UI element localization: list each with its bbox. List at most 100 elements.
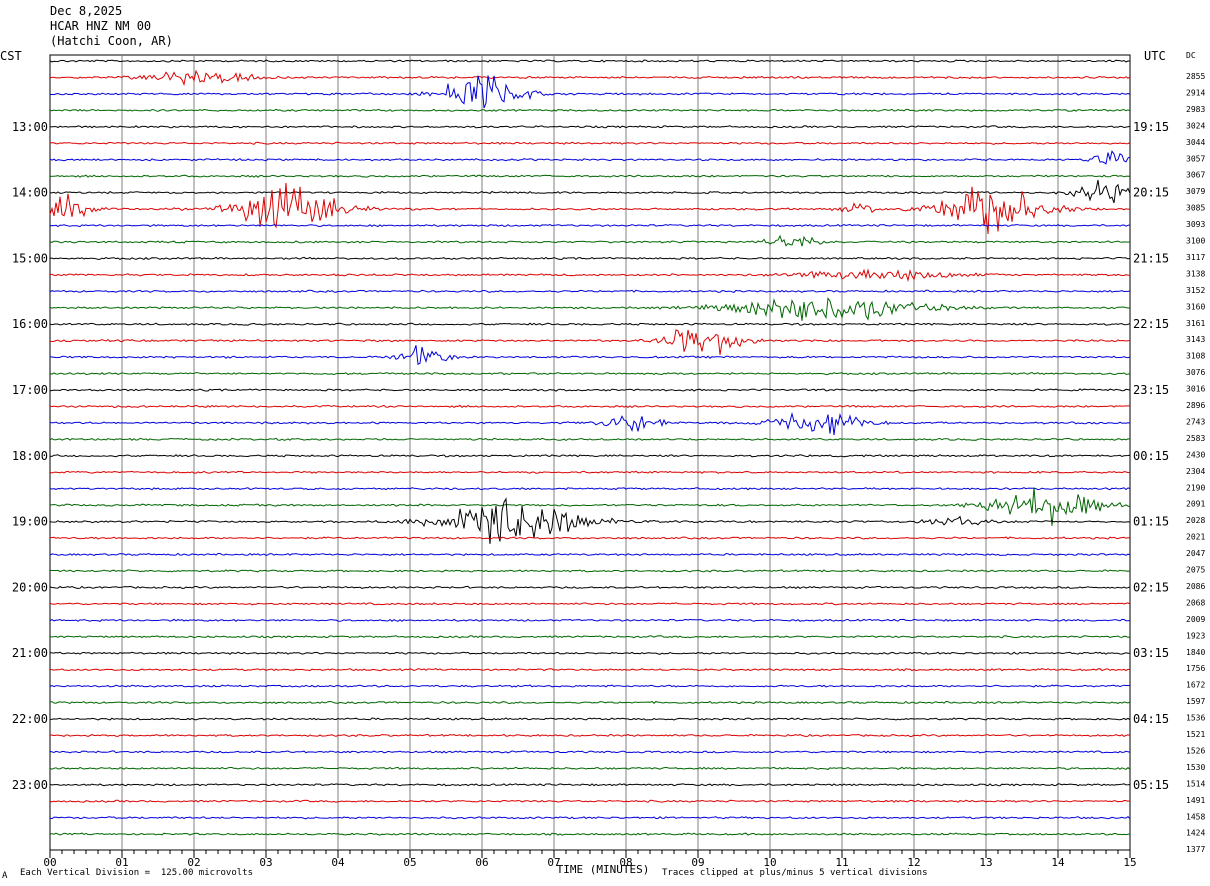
dc-value-label: 3100 (1186, 237, 1205, 246)
dc-value-label: 2075 (1186, 566, 1205, 575)
dc-value-label: 1526 (1186, 746, 1205, 755)
seismic-trace (49, 141, 1131, 145)
seismic-trace (49, 470, 1131, 474)
dc-value-label: 1458 (1186, 812, 1205, 821)
utc-hour-label: 23:15 (1133, 383, 1169, 397)
dc-value-label: 3024 (1186, 121, 1205, 130)
seismic-trace (49, 602, 1131, 606)
seismic-trace (49, 404, 1130, 409)
seismic-trace (49, 569, 1131, 573)
seismic-trace (49, 618, 1131, 622)
utc-hour-label: 20:15 (1133, 186, 1169, 200)
dc-value-label: 2028 (1186, 516, 1205, 525)
dc-value-label: 3160 (1186, 302, 1205, 311)
dc-value-label: 1377 (1186, 845, 1205, 854)
dc-value-label: 2009 (1186, 615, 1205, 624)
x-tick-label: 14 (1051, 856, 1065, 869)
utc-hour-label: 03:15 (1133, 646, 1169, 660)
dc-value-label: 2430 (1186, 450, 1205, 459)
dc-value-label: 2068 (1186, 598, 1205, 607)
seismic-trace (49, 733, 1131, 738)
seismic-trace (49, 345, 1131, 365)
dc-value-label: 2743 (1186, 417, 1205, 426)
dc-value-label: 1923 (1186, 631, 1205, 640)
seismic-trace (49, 783, 1131, 787)
x-tick-label: 15 (1123, 856, 1136, 869)
seismic-trace (49, 585, 1131, 590)
vertical-division-note: Each Vertical Division = 125.00 microvol… (20, 868, 253, 878)
dc-value-label: 1530 (1186, 763, 1205, 772)
cst-hour-label: 20:00 (12, 580, 48, 594)
seismic-trace (49, 684, 1131, 688)
seismic-trace (49, 371, 1131, 376)
dc-value-label: 1424 (1186, 829, 1205, 838)
seismic-trace (49, 437, 1131, 441)
dc-value-label: 3076 (1186, 368, 1205, 377)
seismic-trace (49, 717, 1131, 721)
seismic-trace (49, 256, 1131, 261)
utc-hour-label: 04:15 (1133, 712, 1169, 726)
x-tick-label: 05 (403, 856, 416, 869)
cst-hour-label: 21:00 (12, 646, 48, 660)
cst-hour-label: 16:00 (12, 317, 48, 331)
dc-value-label: 2091 (1186, 500, 1205, 509)
seismic-trace (49, 223, 1131, 228)
cst-hour-label: 13:00 (12, 120, 48, 134)
dc-value-label: 2190 (1186, 483, 1205, 492)
dc-value-label: 3143 (1186, 335, 1205, 344)
seismic-trace (49, 651, 1130, 655)
seismic-trace (49, 536, 1131, 540)
dc-value-label: 1521 (1186, 730, 1205, 739)
seismic-trace (49, 268, 1131, 283)
seismic-trace (49, 799, 1131, 803)
utc-axis-label: UTC (1144, 49, 1166, 63)
seismic-trace (49, 388, 1131, 392)
utc-hour-label: 02:15 (1133, 580, 1169, 594)
dc-value-label: 3093 (1186, 220, 1205, 229)
dc-value-label: 1514 (1186, 779, 1205, 788)
dc-value-label: 2583 (1186, 434, 1205, 443)
dc-value-label: 1491 (1186, 796, 1205, 805)
cst-axis-label: CST (0, 49, 22, 63)
dc-value-label: 3079 (1186, 187, 1205, 196)
seismic-trace (49, 832, 1131, 836)
dc-value-label: 3067 (1186, 171, 1205, 180)
seismic-trace (49, 296, 1131, 321)
utc-hour-label: 19:15 (1133, 120, 1169, 134)
seismic-trace (49, 750, 1131, 754)
seismic-trace (49, 668, 1131, 672)
dc-value-label: 2086 (1186, 582, 1205, 591)
seismic-trace (49, 322, 1131, 326)
seismic-trace (49, 179, 1131, 204)
utc-hour-label: 01:15 (1133, 515, 1169, 529)
seismic-trace (49, 411, 1131, 436)
seismic-trace (49, 174, 1131, 178)
utc-hour-label: 21:15 (1133, 251, 1169, 265)
dc-header-label: DC (1186, 51, 1196, 60)
dc-value-label: 1672 (1186, 681, 1205, 690)
seismic-trace (49, 75, 1131, 109)
x-axis-title: TIME (MINUTES) (557, 863, 650, 876)
utc-hour-label: 22:15 (1133, 317, 1169, 331)
seismic-trace (49, 700, 1131, 705)
cst-hour-label: 23:00 (12, 778, 48, 792)
x-tick-label: 13 (979, 856, 992, 869)
x-tick-label: 04 (331, 856, 345, 869)
clipping-note: Traces clipped at plus/minus 5 vertical … (662, 868, 928, 878)
seismic-trace (49, 816, 1131, 820)
seismic-trace (50, 635, 1131, 639)
seismic-trace (49, 329, 1131, 355)
dc-value-label: 1756 (1186, 664, 1205, 673)
dc-value-label: 2896 (1186, 401, 1205, 410)
dc-value-label: 2855 (1186, 72, 1205, 81)
x-tick-label: 03 (259, 856, 272, 869)
dc-value-label: 3108 (1186, 352, 1205, 361)
dc-value-label: 3016 (1186, 385, 1205, 394)
dc-value-label: 1536 (1186, 714, 1205, 723)
seismic-trace (49, 125, 1131, 129)
dc-value-label: 2021 (1186, 533, 1205, 542)
dc-value-label: 2983 (1186, 105, 1205, 114)
seismic-trace (49, 552, 1131, 557)
seismic-trace (49, 766, 1131, 770)
utc-hour-label: 05:15 (1133, 778, 1169, 792)
